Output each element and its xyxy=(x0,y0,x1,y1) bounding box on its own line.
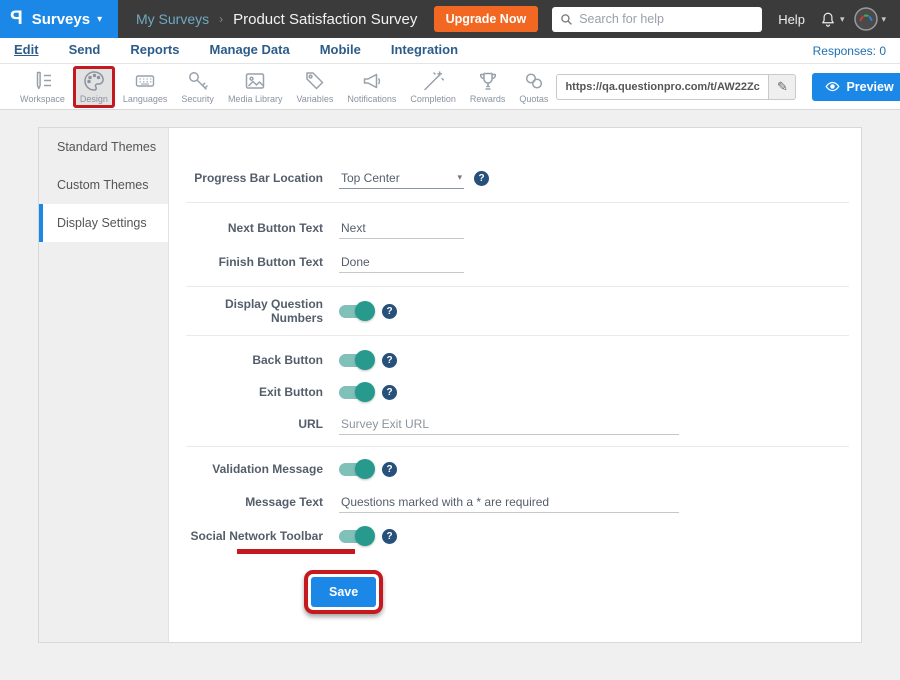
display-question-numbers-label: Display Question Numbers xyxy=(186,297,339,325)
chevron-down-icon: ▾ xyxy=(881,14,886,25)
exit-url-input[interactable] xyxy=(339,414,679,435)
survey-nav: Edit Send Reports Manage Data Mobile Int… xyxy=(0,38,900,64)
help-icon[interactable]: ? xyxy=(382,462,397,477)
tab-integration[interactable]: Integration xyxy=(391,42,458,59)
survey-title: Product Satisfaction Survey xyxy=(233,11,417,28)
display-question-numbers-toggle[interactable] xyxy=(339,305,372,318)
design-icon xyxy=(82,69,106,93)
exit-button-toggle[interactable] xyxy=(339,386,372,399)
workspace-icon xyxy=(30,69,54,93)
image-icon xyxy=(243,69,267,93)
toolbar-item-design[interactable]: Design xyxy=(73,66,115,108)
keyboard-icon xyxy=(133,69,157,93)
help-search[interactable] xyxy=(552,7,762,32)
avatar xyxy=(854,7,878,31)
red-box-annotation: Save xyxy=(304,570,383,614)
breadcrumb: My Surveys › Product Satisfaction Survey xyxy=(136,11,417,28)
chevron-down-icon: ▾ xyxy=(457,172,462,183)
tab-send[interactable]: Send xyxy=(69,42,101,59)
message-text-label: Message Text xyxy=(186,495,339,509)
help-icon[interactable]: ? xyxy=(382,385,397,400)
red-underline-annotation xyxy=(237,549,355,554)
toolbar-item-security[interactable]: Security xyxy=(175,67,220,106)
sidebar-item-standard-themes[interactable]: Standard Themes xyxy=(39,128,168,166)
toolbar-item-completion[interactable]: Completion xyxy=(404,67,462,106)
toolbar-item-variables[interactable]: Variables xyxy=(290,67,339,106)
back-button-toggle[interactable] xyxy=(339,354,372,367)
toolbar-item-quotas[interactable]: Quotas xyxy=(513,67,554,106)
finish-button-text-input[interactable] xyxy=(339,252,464,273)
tab-manage-data[interactable]: Manage Data xyxy=(209,42,289,59)
back-button-label: Back Button xyxy=(186,353,339,367)
help-icon[interactable]: ? xyxy=(382,353,397,368)
toolbar-item-notifications[interactable]: Notifications xyxy=(341,67,402,106)
chevron-down-icon: ▾ xyxy=(97,14,102,25)
help-icon[interactable]: ? xyxy=(474,171,489,186)
preview-button[interactable]: Preview xyxy=(812,73,900,101)
toolbar-item-rewards[interactable]: Rewards xyxy=(464,67,512,106)
search-icon xyxy=(560,13,573,26)
product-menu-label: Surveys xyxy=(32,11,90,28)
upgrade-now-button[interactable]: Upgrade Now xyxy=(434,6,539,32)
bell-icon xyxy=(819,10,837,28)
divider xyxy=(186,335,849,336)
help-link[interactable]: Help xyxy=(778,12,805,27)
notifications-menu[interactable]: ▾ xyxy=(819,10,845,28)
questionpro-logo-icon: P xyxy=(10,8,23,30)
toolbar-item-media-library[interactable]: Media Library xyxy=(222,67,289,106)
exit-button-label: Exit Button xyxy=(186,385,339,399)
help-icon[interactable]: ? xyxy=(382,529,397,544)
message-text-input[interactable] xyxy=(339,492,679,513)
chain-link-icon xyxy=(522,69,546,93)
divider xyxy=(186,286,849,287)
toolbar-item-workspace[interactable]: Workspace xyxy=(14,67,71,106)
chevron-down-icon: ▾ xyxy=(840,14,845,25)
content-area: Standard Themes Custom Themes Display Se… xyxy=(0,110,900,680)
tab-reports[interactable]: Reports xyxy=(130,42,179,59)
finish-button-text-label: Finish Button Text xyxy=(186,255,339,269)
social-network-toolbar-toggle[interactable] xyxy=(339,530,372,543)
progress-bar-location-label: Progress Bar Location xyxy=(186,171,339,185)
progress-bar-location-select[interactable]: Top Center ▾ xyxy=(339,168,464,189)
toolbar-item-languages[interactable]: Languages xyxy=(117,67,174,106)
megaphone-icon xyxy=(360,69,384,93)
account-menu[interactable]: ▾ xyxy=(854,7,886,31)
validation-message-toggle[interactable] xyxy=(339,463,372,476)
tag-icon xyxy=(303,69,327,93)
sidebar-item-display-settings[interactable]: Display Settings xyxy=(39,204,168,242)
pencil-icon: ✎ xyxy=(777,79,788,95)
tab-mobile[interactable]: Mobile xyxy=(320,42,361,59)
save-button[interactable]: Save xyxy=(311,577,376,607)
social-network-toolbar-label: Social Network Toolbar xyxy=(186,529,339,543)
help-icon[interactable]: ? xyxy=(382,304,397,319)
edit-toolbar: Workspace Design Languages Security Medi… xyxy=(0,64,900,110)
responses-count[interactable]: Responses: 0 xyxy=(813,44,886,58)
divider xyxy=(186,446,849,447)
app-header: P Surveys ▾ My Surveys › Product Satisfa… xyxy=(0,0,900,38)
breadcrumb-separator-icon: › xyxy=(219,12,223,26)
exit-url-label: URL xyxy=(186,417,339,431)
validation-message-label: Validation Message xyxy=(186,462,339,476)
survey-url-input[interactable] xyxy=(556,74,768,100)
next-button-text-label: Next Button Text xyxy=(186,221,339,235)
product-menu[interactable]: P Surveys ▾ xyxy=(0,0,118,38)
divider xyxy=(186,202,849,203)
eye-icon xyxy=(825,79,840,94)
edit-url-button[interactable]: ✎ xyxy=(768,74,796,100)
search-input[interactable] xyxy=(579,12,754,26)
breadcrumb-my-surveys[interactable]: My Surveys xyxy=(136,11,209,27)
key-icon xyxy=(186,69,210,93)
tab-edit[interactable]: Edit xyxy=(14,42,39,59)
design-sidebar: Standard Themes Custom Themes Display Se… xyxy=(39,128,169,642)
design-settings-card: Standard Themes Custom Themes Display Se… xyxy=(38,127,862,643)
next-button-text-input[interactable] xyxy=(339,218,464,239)
trophy-icon xyxy=(476,69,500,93)
magic-wand-icon xyxy=(421,69,445,93)
display-settings-form: Progress Bar Location Top Center ▾ ? Nex… xyxy=(169,128,861,642)
sidebar-item-custom-themes[interactable]: Custom Themes xyxy=(39,166,168,204)
